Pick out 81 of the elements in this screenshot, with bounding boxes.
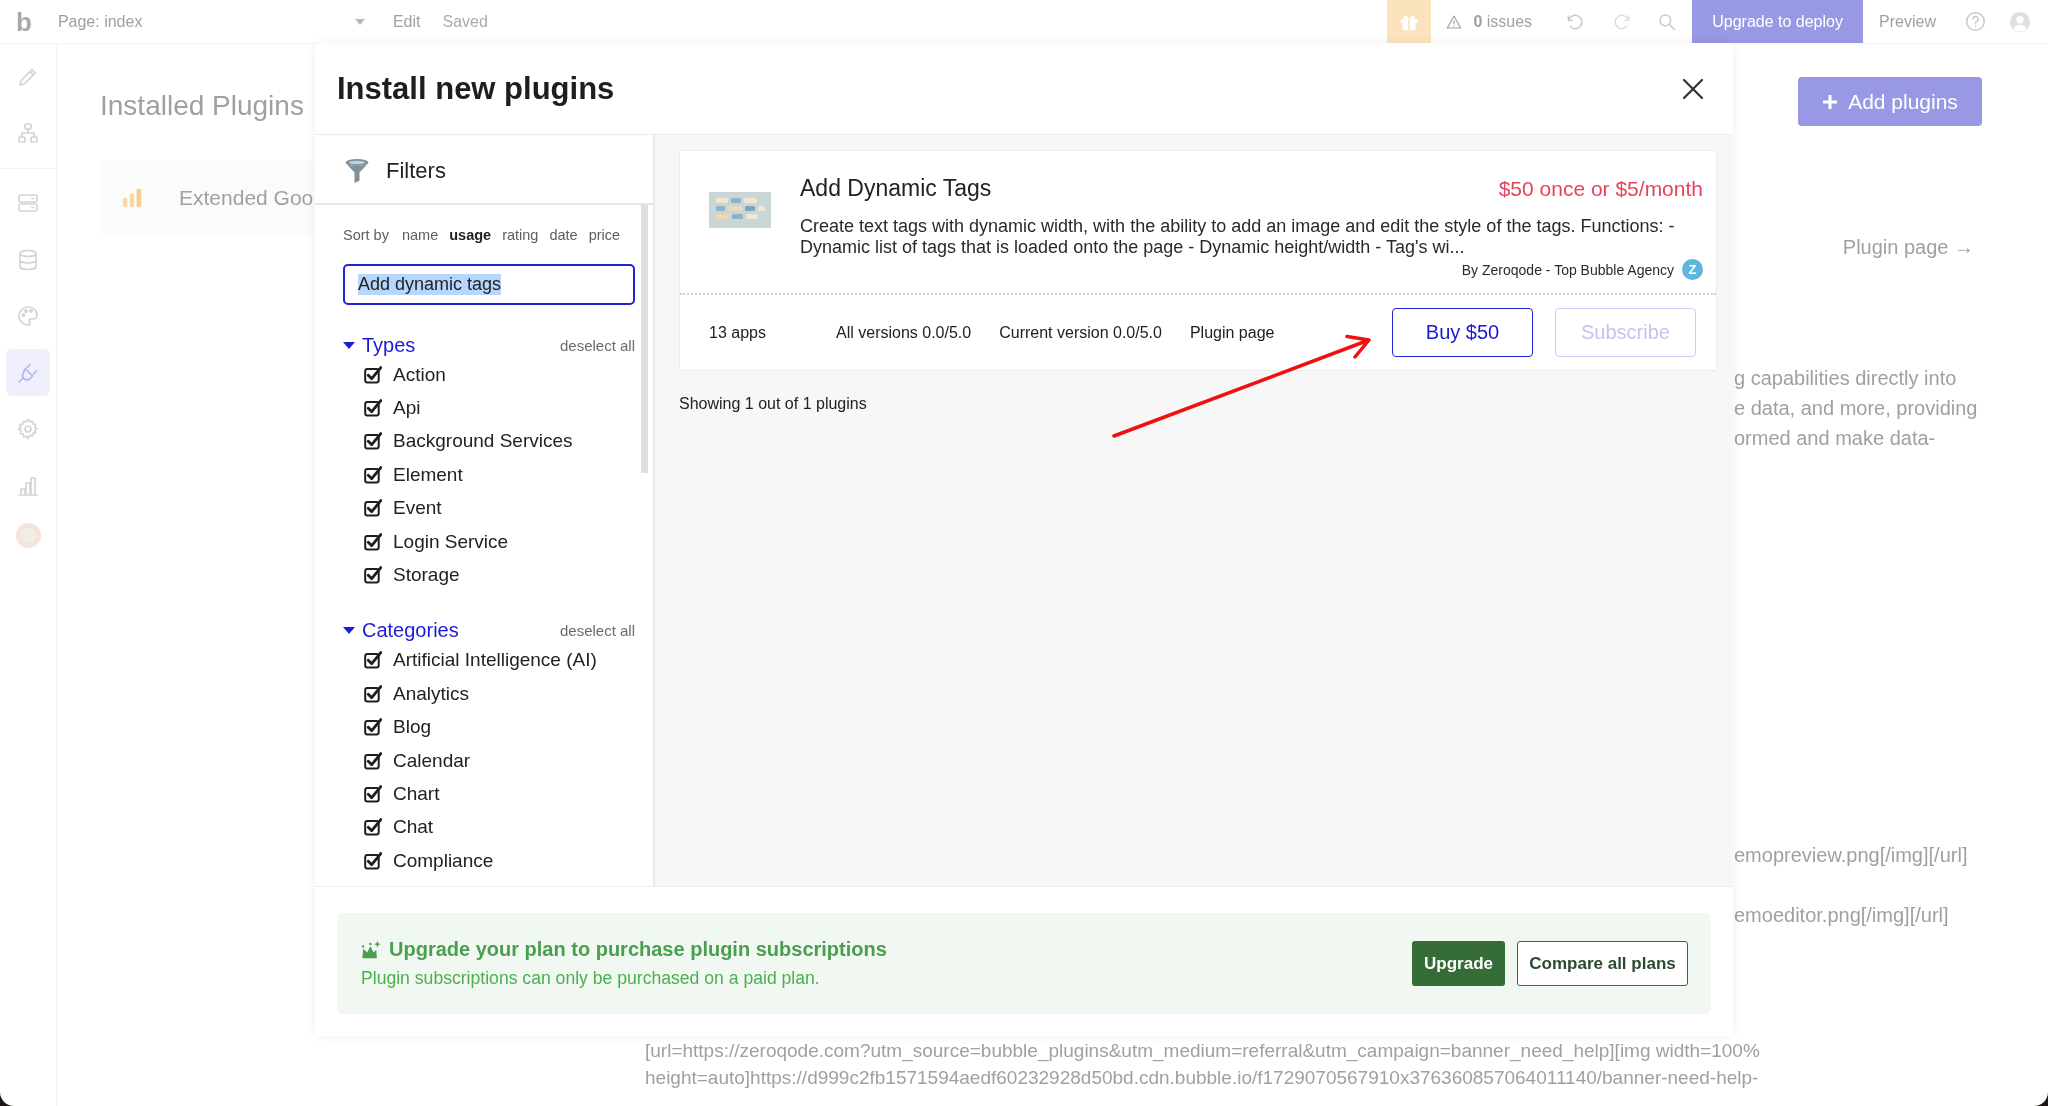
author-name: By Zeroqode - Top Bubble Agency	[1461, 261, 1674, 278]
upgrade-button[interactable]: Upgrade	[1412, 941, 1505, 986]
results-count: Showing 1 out of 1 plugins	[679, 395, 868, 413]
plugin-thumbnail	[709, 192, 771, 228]
caret-icon[interactable]	[343, 341, 355, 349]
sort-option[interactable]: name	[401, 227, 439, 243]
deselect-all-link[interactable]: deselect all	[559, 336, 635, 354]
crown-icon	[361, 939, 381, 960]
checkbox-label[interactable]: Action	[393, 363, 446, 386]
save-status: Saved	[442, 12, 488, 31]
checkbox[interactable]	[364, 785, 382, 803]
compare-plans-button[interactable]: Compare all plans	[1517, 941, 1688, 986]
bar-chart-icon	[120, 187, 144, 209]
markup-text: [url=https://zeroqode.com?utm_source=bubble_plugins&utm_medium=referral&utm_campaign=banner_need_help][img width=100%	[645, 1039, 1761, 1064]
sort-option[interactable]: rating	[502, 227, 539, 243]
banner-text: Plugin subscriptions can only be purchased on a paid plan.	[361, 968, 821, 989]
sort-option[interactable]: usage	[449, 227, 492, 243]
checkbox-label[interactable]: Artificial Intelligence (AI)	[393, 649, 597, 672]
markup-text: height=auto]https://d999c2fb1571594aedf60232928d50bd.cdn.bubble.io/f1729070567910x376360857064011140/banner-need-help-	[645, 1066, 1760, 1090]
buy-button[interactable]: Buy $50	[1392, 308, 1533, 357]
rating-text: All versions 0.0/5.0	[836, 323, 972, 342]
checkbox[interactable]	[364, 684, 382, 703]
description-text: g capabilities directly into	[1734, 366, 1957, 391]
checkbox[interactable]	[364, 499, 382, 518]
author-logo: Z	[1682, 259, 1703, 280]
checkbox-label[interactable]: Chart	[393, 783, 440, 805]
banner-title: Upgrade your plan to purchase plugin subscriptions	[389, 938, 887, 961]
sort-label: Sort by	[343, 227, 389, 243]
description-text: ormed and make data-	[1734, 426, 1936, 451]
plugin-name: Add Dynamic Tags	[800, 174, 992, 202]
group-title[interactable]: Types	[362, 333, 416, 357]
scrollbar-thumb[interactable]	[641, 205, 648, 473]
checkbox[interactable]	[364, 399, 382, 418]
caret-icon[interactable]	[343, 627, 355, 635]
checkbox[interactable]	[364, 432, 382, 451]
checkbox[interactable]	[364, 718, 382, 737]
checkbox-label[interactable]: Login Service	[393, 530, 509, 553]
checkbox-label[interactable]: Element	[393, 463, 463, 486]
plugin-name: Extended Goo	[179, 186, 314, 210]
filter-icon	[344, 158, 370, 184]
markup-text: emopreview.png[/img][/url]	[1734, 843, 1968, 868]
warning-icon	[1446, 13, 1463, 30]
page-heading: Installed Plugins	[100, 89, 304, 123]
app-count: 13 apps	[709, 323, 767, 342]
checkbox[interactable]	[364, 365, 382, 384]
description-text: e data, and more, providing	[1734, 396, 1978, 421]
checkbox-label[interactable]: Calendar	[393, 749, 471, 772]
database-icon	[16, 247, 40, 272]
checkbox[interactable]	[364, 851, 382, 870]
markup-text: emoeditor.png[/img][/url]	[1734, 903, 1949, 928]
filters-title: Filters	[386, 158, 446, 184]
palette-icon	[16, 304, 40, 328]
search-field[interactable]: Add dynamic tags	[343, 264, 635, 305]
server-icon	[16, 191, 40, 215]
checkbox-label[interactable]: Storage	[393, 564, 460, 587]
deselect-all-link[interactable]: deselect all	[559, 622, 635, 640]
dialog-title: Install new plugins	[337, 70, 615, 107]
checkbox-label[interactable]: Event	[393, 497, 442, 520]
group-title[interactable]: Categories	[362, 619, 459, 643]
sort-option[interactable]: price	[588, 227, 621, 243]
checkbox-label[interactable]: Chat	[393, 816, 434, 839]
network-icon	[16, 121, 40, 145]
checkbox-label[interactable]: Blog	[393, 716, 432, 739]
checkbox[interactable]	[364, 651, 382, 670]
checkbox[interactable]	[364, 818, 382, 837]
rating-text: Current version 0.0/5.0	[999, 323, 1162, 342]
checkbox-label[interactable]: Compliance	[393, 849, 494, 872]
plugin-page-link[interactable]: Plugin page	[1189, 323, 1275, 342]
checkbox-label[interactable]: Api	[393, 397, 421, 420]
checkbox[interactable]	[364, 532, 382, 551]
checkbox[interactable]	[364, 465, 382, 484]
close-icon[interactable]	[1683, 78, 1703, 99]
plugin-description: Create text tags with dynamic width, with the ability to add an image and edit the style of the tags. Functions: - Dynamic list of tags that is loaded onto the page - Dynamic height/width - Tag's wi...	[800, 216, 1676, 258]
gear-icon	[16, 417, 40, 441]
checkbox-label[interactable]: Background Services	[393, 430, 573, 453]
checkbox-label[interactable]: Analytics	[393, 682, 470, 705]
plus-icon	[1822, 93, 1839, 110]
plugin-price: $50 once or $5/month	[1498, 176, 1703, 202]
checkbox[interactable]	[364, 751, 382, 770]
checkbox[interactable]	[364, 566, 382, 585]
sort-option[interactable]: date	[549, 227, 578, 243]
